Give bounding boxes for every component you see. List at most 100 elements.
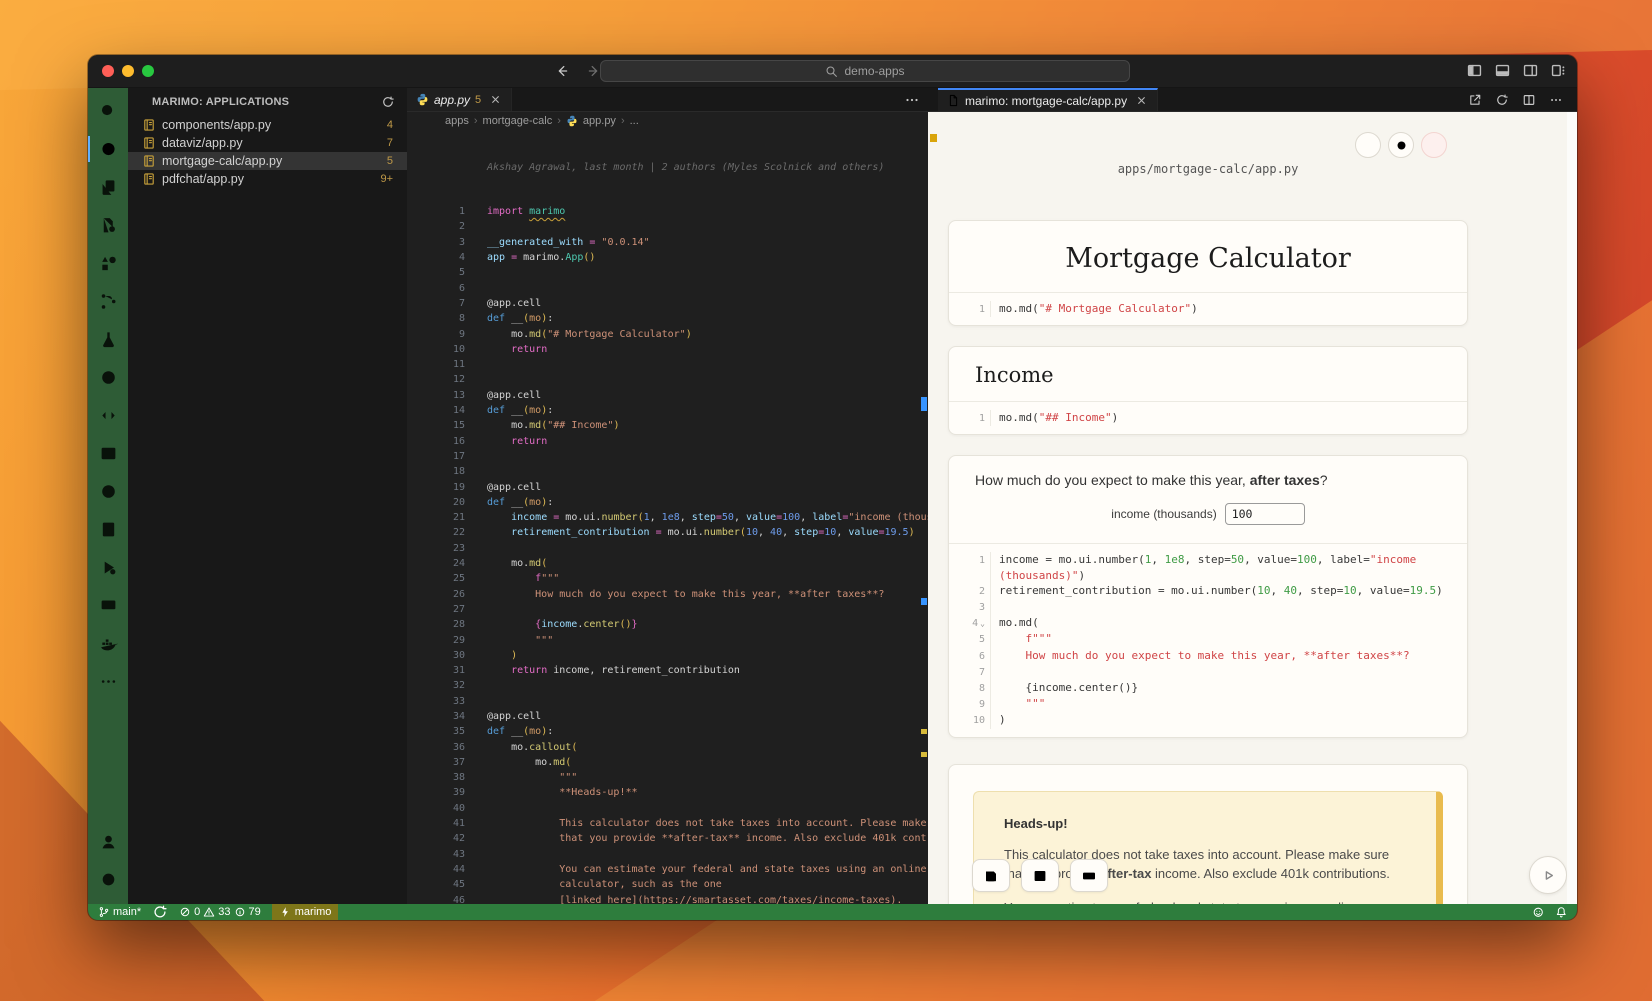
app-window-button[interactable] — [1021, 859, 1059, 892]
sidebar-file-item[interactable]: dataviz/app.py7 — [128, 134, 407, 152]
code-line: 7@app.cell — [407, 296, 928, 311]
activity-code[interactable] — [88, 396, 128, 434]
sidebar-file-item[interactable]: components/app.py4 — [128, 116, 407, 134]
cell-code[interactable]: 1mo.md("## Income") — [949, 401, 1467, 434]
code-line: 42 that you provide **after-tax** income… — [407, 831, 928, 846]
code-line: 8def __(mo): — [407, 311, 928, 326]
panel-scrollbar[interactable] — [1567, 112, 1577, 904]
close-tab-icon[interactable] — [1135, 94, 1148, 107]
git-branch-status[interactable]: main* — [98, 904, 141, 920]
cell-code[interactable]: 1income = mo.ui.number(1, 1e8, step=50, … — [949, 543, 1467, 736]
layout-panel-icon[interactable] — [1494, 62, 1511, 79]
info-icon — [234, 906, 246, 918]
sync-icon[interactable] — [152, 904, 168, 920]
code-editor[interactable]: Akshay Agrawal, last month | 2 authors (… — [407, 130, 928, 904]
close-button[interactable] — [1421, 132, 1447, 158]
code-line: 28 {income.center()} — [407, 617, 928, 632]
ruler-marker — [921, 598, 927, 605]
activity-file-search[interactable] — [88, 206, 128, 244]
code-line: 32 — [407, 678, 928, 693]
activity-github[interactable] — [88, 358, 128, 396]
layout-custom-icon[interactable] — [1550, 62, 1567, 79]
activity-shapes[interactable] — [88, 244, 128, 282]
code-line: 10 return — [407, 342, 928, 357]
more-icon[interactable] — [1549, 93, 1563, 107]
refresh-icon[interactable] — [381, 95, 395, 109]
income-number-input[interactable] — [1225, 503, 1305, 525]
sidebar: MARIMO: APPLICATIONS components/app.py4d… — [128, 88, 407, 904]
close-tab-icon[interactable] — [489, 93, 502, 106]
activity-docker[interactable] — [88, 624, 128, 662]
open-external-icon[interactable] — [1468, 93, 1482, 107]
file-label: pdfchat/app.py — [162, 172, 380, 186]
fold-chevron-icon[interactable]: ⌄ — [980, 619, 985, 628]
navigate-back-icon[interactable] — [554, 63, 570, 79]
keyboard-button[interactable] — [1070, 859, 1108, 892]
activity-account[interactable] — [88, 822, 128, 860]
activity-devices[interactable] — [88, 586, 128, 624]
app-title: Mortgage Calculator — [949, 221, 1467, 292]
breadcrumb-item[interactable]: apps — [445, 115, 469, 127]
code-line: 25 f""" — [407, 571, 928, 586]
code-line: 24 mo.md( — [407, 556, 928, 571]
floating-toolbar — [972, 859, 1108, 892]
save-button[interactable] — [972, 859, 1010, 892]
activity-search[interactable] — [88, 92, 128, 130]
sidebar-file-item[interactable]: pdfchat/app.py9+ — [128, 170, 407, 188]
code-line: 17 — [407, 449, 928, 464]
activity-gear[interactable] — [88, 860, 128, 898]
activity-beaker[interactable] — [88, 320, 128, 358]
breadcrumb-separator: › — [621, 115, 625, 127]
tab-problem-badge: 5 — [475, 94, 481, 106]
run-app-button[interactable] — [1529, 856, 1567, 894]
cell-code[interactable]: 1mo.md("# Mortgage Calculator") — [949, 292, 1467, 325]
cell-card-income-input: How much do you expect to make this year… — [948, 455, 1468, 737]
activity-notebook[interactable] — [88, 510, 128, 548]
panel-code-line: 9 """ — [959, 696, 1459, 712]
split-editor-icon[interactable] — [1522, 93, 1536, 107]
code-line: 12 — [407, 372, 928, 387]
activity-window[interactable] — [88, 434, 128, 472]
menu-button[interactable] — [1355, 132, 1381, 158]
git-branch-icon — [98, 906, 110, 918]
breadcrumb-item[interactable]: mortgage-calc — [483, 115, 553, 127]
layout-sidebar-icon[interactable] — [1466, 62, 1483, 79]
window-traffic-lights — [102, 65, 154, 77]
breadcrumb-item[interactable]: ... — [630, 115, 639, 127]
sidebar-file-item[interactable]: mortgage-calc/app.py5 — [128, 152, 407, 170]
marimo-app-view: apps/mortgage-calc/app.py Mortgage Calcu… — [928, 112, 1577, 904]
python-icon — [416, 93, 429, 106]
ruler-marker — [921, 729, 927, 734]
search-text: demo-apps — [844, 64, 904, 78]
tab-app-py[interactable]: app.py 5 — [407, 88, 512, 111]
code-line: 29 """ — [407, 633, 928, 648]
layout-sidebar-right-icon[interactable] — [1522, 62, 1539, 79]
tab-marimo-preview[interactable]: marimo: mortgage-calc/app.py — [938, 88, 1158, 111]
problem-count-badge: 7 — [387, 137, 393, 149]
code-line: 21 income = mo.ui.number(1, 1e8, step=50… — [407, 510, 928, 525]
panel-code-line: 8 {income.center()} — [959, 680, 1459, 696]
reload-icon[interactable] — [1495, 93, 1509, 107]
panel-code-line: 1mo.md("## Income") — [959, 410, 1459, 426]
marimo-status-badge[interactable]: marimo — [272, 904, 339, 920]
activity-debug[interactable] — [88, 548, 128, 586]
activity-marimo[interactable] — [88, 130, 128, 168]
breadcrumb-item[interactable]: app.py — [583, 115, 616, 127]
minimize-window-button[interactable] — [122, 65, 134, 77]
editor-more-actions-icon[interactable] — [904, 88, 920, 112]
activity-play-circle[interactable] — [88, 472, 128, 510]
activity-pipeline[interactable] — [88, 282, 128, 320]
close-window-button[interactable] — [102, 65, 114, 77]
bell-icon[interactable] — [1555, 906, 1568, 919]
code-line: 27 — [407, 602, 928, 617]
command-center-search[interactable]: demo-apps — [600, 60, 1130, 82]
breadcrumb[interactable]: apps›mortgage-calc›app.py›... — [407, 112, 928, 130]
zoom-window-button[interactable] — [142, 65, 154, 77]
code-line: 40 — [407, 801, 928, 816]
gear-button[interactable] — [1388, 132, 1414, 158]
problems-status[interactable]: 0 33 79 — [179, 904, 261, 920]
smiley-icon[interactable] — [1532, 906, 1545, 919]
code-line: 20def __(mo): — [407, 495, 928, 510]
activity-pages[interactable] — [88, 168, 128, 206]
activity-more[interactable] — [88, 662, 128, 700]
